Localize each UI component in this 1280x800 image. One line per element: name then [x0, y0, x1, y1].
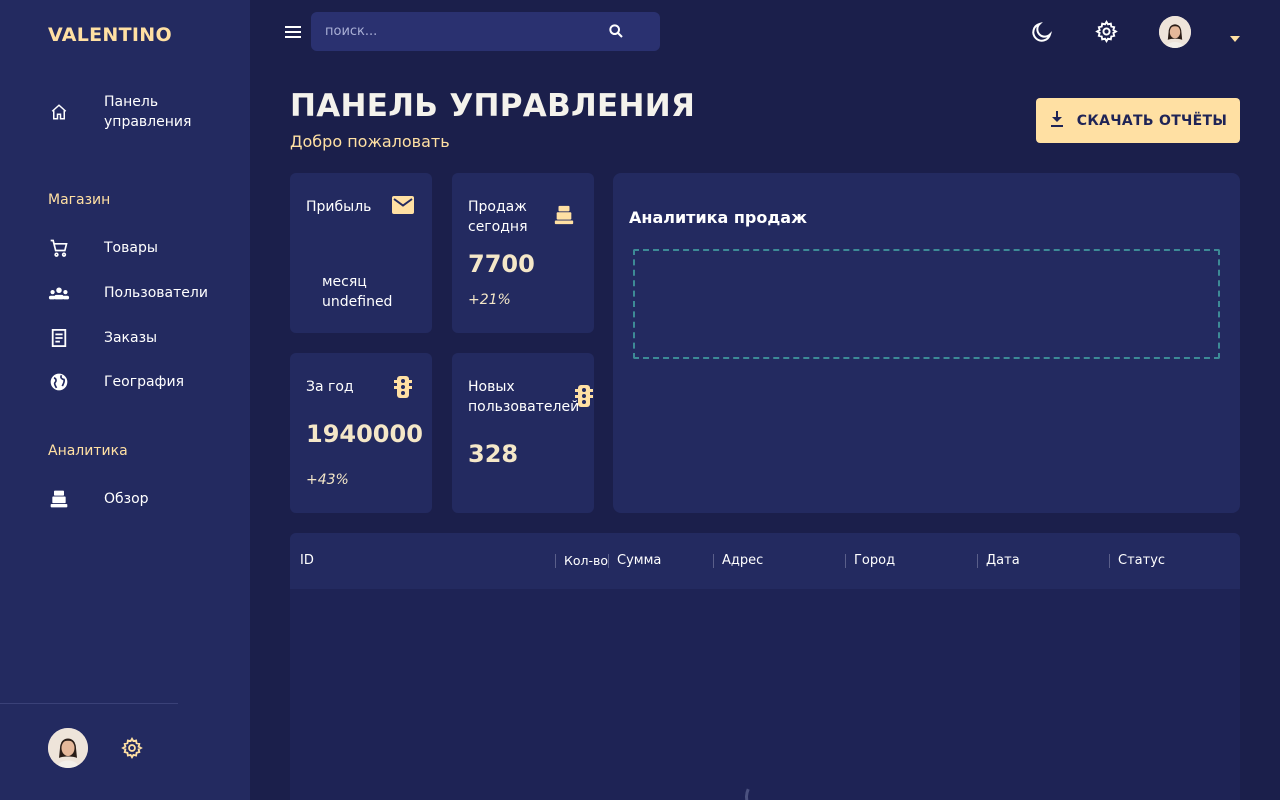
globe-icon [48, 371, 70, 393]
sidebar-item-label: Обзор [104, 491, 149, 507]
column-header-city[interactable]: Город [854, 553, 895, 568]
column-separator[interactable] [713, 554, 714, 568]
column-separator[interactable] [555, 554, 556, 568]
gear-icon[interactable] [121, 737, 143, 763]
sidebar-item-geography[interactable]: География [48, 371, 184, 393]
dark-mode-icon[interactable] [1030, 20, 1054, 44]
download-icon [1049, 110, 1065, 132]
chart-placeholder [633, 249, 1220, 359]
card-value: 1940000 [306, 420, 423, 448]
column-header-id[interactable]: ID [300, 553, 314, 568]
sidebar-item-label: Панель управления [104, 94, 192, 130]
stat-card-year: За год 1940000 +43% [290, 353, 432, 513]
register-icon [553, 204, 575, 230]
sidebar-item-label: Заказы [104, 330, 158, 346]
cart-icon [48, 237, 70, 259]
sidebar-item-label: География [104, 374, 185, 390]
avatar[interactable] [48, 728, 88, 768]
sidebar-item-label: Пользователи [104, 285, 208, 301]
search-input[interactable] [325, 12, 595, 51]
download-reports-button[interactable]: СКАЧАТЬ ОТЧЁТЫ [1036, 98, 1240, 143]
brand-logo[interactable]: VALENTINO [48, 24, 172, 46]
orders-table: ID Кол-во Сумма Адрес Город Дата Статус [290, 533, 1240, 800]
users-icon [48, 282, 70, 304]
stat-card-profit: Прибыль месяц undefined [290, 173, 432, 333]
card-value: 328 [468, 440, 519, 468]
page-title: ПАНЕЛЬ УПРАВЛЕНИЯ [290, 88, 696, 124]
page-subtitle: Добро пожаловать [290, 132, 450, 151]
card-value: 7700 [468, 250, 535, 278]
search-box [311, 12, 660, 51]
section-title-shop: Магазин [48, 192, 111, 208]
traffic-light-icon [394, 375, 412, 403]
card-delta: +43% [306, 472, 349, 488]
sidebar-item-orders[interactable]: Заказы [48, 327, 157, 349]
stat-card-sales-today: Продаж сегодня 7700 +21% [452, 173, 594, 333]
card-extra: месяц undefined [322, 274, 393, 310]
search-icon[interactable] [608, 23, 624, 43]
home-icon [48, 101, 70, 123]
column-header-date[interactable]: Дата [986, 553, 1020, 568]
section-title-analytics: Аналитика [48, 443, 128, 459]
column-header-address[interactable]: Адрес [722, 553, 763, 568]
column-separator[interactable] [1109, 554, 1110, 568]
column-separator[interactable] [608, 554, 609, 568]
table-header: ID Кол-во Сумма Адрес Город Дата Статус [290, 533, 1240, 589]
user-avatar[interactable] [1159, 16, 1191, 48]
column-header-status[interactable]: Статус [1118, 553, 1165, 568]
register-icon [48, 488, 70, 510]
column-header-qty[interactable]: Кол-во [564, 553, 608, 568]
sidebar-item-overview[interactable]: Обзор [48, 488, 149, 510]
sidebar-item-label: Товары [104, 240, 158, 256]
card-title: За год [306, 379, 354, 395]
receipt-icon [48, 327, 70, 349]
settings-icon[interactable] [1095, 20, 1119, 44]
card-title: Прибыль [306, 199, 372, 215]
sidebar: VALENTINO Панель управления Магазин Това… [0, 0, 250, 800]
menu-icon[interactable] [284, 22, 304, 42]
download-label: СКАЧАТЬ ОТЧЁТЫ [1076, 112, 1228, 129]
card-delta: +21% [468, 292, 511, 308]
sidebar-divider [0, 703, 178, 704]
sidebar-item-dashboard[interactable]: Панель управления [48, 94, 191, 130]
chevron-down-icon[interactable] [1229, 28, 1241, 47]
sales-analytics-panel: Аналитика продаж [613, 173, 1240, 513]
sidebar-item-products[interactable]: Товары [48, 237, 158, 259]
traffic-light-icon [575, 384, 593, 412]
sidebar-item-users[interactable]: Пользователи [48, 282, 208, 304]
stat-card-new-users: Новых пользователей 328 [452, 353, 594, 513]
card-title: Новых пользователей [468, 379, 580, 415]
column-header-sum[interactable]: Сумма [617, 553, 661, 568]
panel-title: Аналитика продаж [629, 208, 808, 227]
column-separator[interactable] [845, 554, 846, 568]
mail-icon [392, 196, 414, 218]
column-separator[interactable] [977, 554, 978, 568]
loading-spinner [739, 771, 791, 800]
